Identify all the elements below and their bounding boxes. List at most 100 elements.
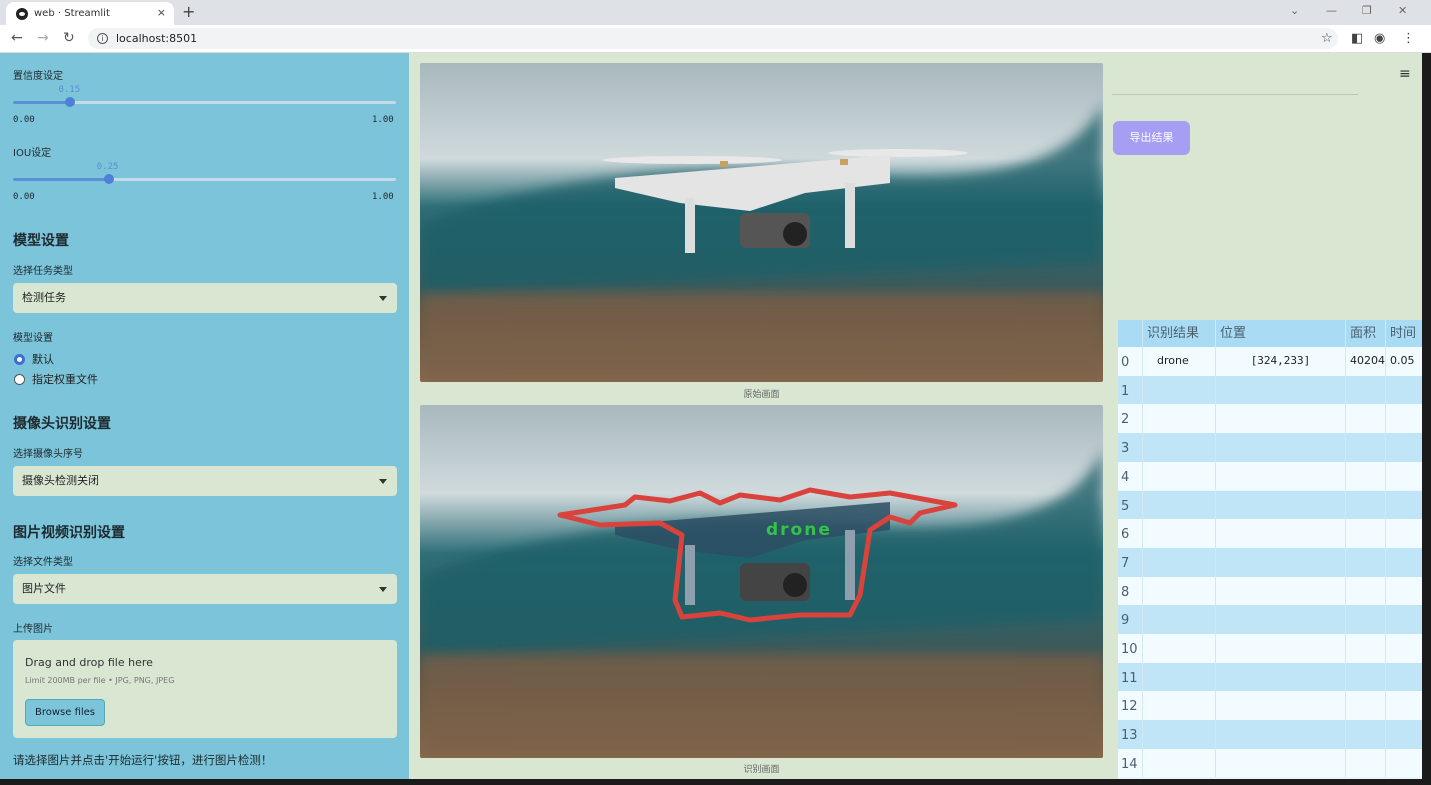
forward-arrow-icon[interactable]: → — [37, 30, 49, 46]
browser-tab[interactable]: web · Streamlit × — [6, 2, 174, 25]
table-cell-index: 4 — [1118, 461, 1143, 491]
table-header-cell[interactable]: 识别结果 — [1147, 320, 1216, 349]
table-row[interactable]: 4 — [1118, 461, 1422, 491]
table-cell-index: 8 — [1118, 576, 1143, 606]
table-row[interactable]: 3 — [1118, 433, 1422, 462]
table-row[interactable]: 14 — [1118, 748, 1422, 778]
table-header-cell[interactable]: 面积 — [1350, 320, 1386, 349]
table-row[interactable]: 5 — [1118, 490, 1422, 520]
camera-index-label: 选择摄像头序号 — [13, 449, 83, 460]
table-row[interactable]: 6 — [1118, 519, 1422, 548]
table-cell-index: 14 — [1118, 748, 1143, 778]
profile-avatar-icon[interactable]: ◉ — [1374, 31, 1385, 46]
camera-index-select[interactable]: 摄像头检测关闭 — [13, 466, 397, 496]
table-cell-result — [1143, 605, 1216, 634]
table-cell-result — [1143, 720, 1216, 749]
table-cell-area — [1346, 490, 1386, 520]
chevron-down-icon — [379, 296, 387, 301]
table-cell-result — [1143, 404, 1216, 434]
file-type-label: 选择文件类型 — [13, 557, 73, 568]
iou-value: 0.25 — [96, 162, 119, 172]
table-cell-time — [1386, 720, 1422, 749]
radio-default[interactable]: 默认 — [14, 351, 54, 367]
iou-slider-fill — [13, 178, 109, 181]
bookmark-star-icon[interactable]: ☆ — [1321, 31, 1333, 46]
back-arrow-icon[interactable]: ← — [11, 30, 23, 46]
file-type-select[interactable]: 图片文件 — [13, 574, 397, 604]
reload-icon[interactable]: ↻ — [63, 30, 75, 46]
side-panel-icon[interactable]: ◧ — [1351, 31, 1363, 46]
radio-unselected-icon — [14, 373, 25, 385]
table-cell-position — [1216, 605, 1346, 634]
table-cell-result — [1143, 519, 1216, 548]
confidence-slider-thumb[interactable] — [65, 97, 76, 107]
media-settings-header: 图片视频识别设置 — [13, 525, 125, 541]
file-uploader-dropzone[interactable]: Drag and drop file here Limit 200MB per … — [13, 640, 397, 738]
model-settings-header: 模型设置 — [13, 233, 69, 249]
minimize-icon[interactable]: — — [1326, 4, 1337, 17]
browse-files-button[interactable]: Browse files — [25, 699, 105, 726]
radio-default-label: 默认 — [32, 353, 54, 366]
table-row[interactable]: 12 — [1118, 691, 1422, 721]
table-header-cell[interactable]: 位置 — [1220, 320, 1346, 349]
table-cell-position — [1216, 634, 1346, 663]
results-table[interactable]: 识别结果 位置 面积 时间 0 drone [324,233] 40204 0.05 1 2 3 4 5 6… — [1118, 320, 1422, 779]
restore-icon[interactable]: ❐ — [1362, 4, 1372, 17]
table-cell-area — [1346, 748, 1386, 778]
table-row[interactable]: 7 — [1118, 547, 1422, 577]
streamlit-app: 置信度设定 0.15 0.00 1.00 IOU设定 0.25 0.00 1.0… — [0, 53, 1422, 779]
table-header-index — [1118, 320, 1143, 349]
table-cell-index: 1 — [1118, 375, 1143, 405]
table-cell-time — [1386, 691, 1422, 720]
table-cell-position — [1216, 662, 1346, 692]
confidence-value: 0.15 — [58, 85, 81, 95]
table-row[interactable]: 0 drone [324,233] 40204 0.05 — [1118, 347, 1422, 376]
table-cell-time — [1386, 404, 1422, 433]
table-cell-result — [1143, 375, 1216, 405]
confidence-slider[interactable] — [13, 97, 396, 107]
iou-slider[interactable] — [13, 174, 396, 184]
original-caption: 原始画面 — [743, 390, 780, 400]
table-cell-index: 3 — [1118, 433, 1143, 462]
table-cell-area: 40204 — [1346, 347, 1386, 376]
table-header-cell[interactable]: 时间 — [1390, 320, 1422, 349]
table-row[interactable]: 13 — [1118, 720, 1422, 749]
table-row[interactable]: 9 — [1118, 605, 1422, 634]
iou-min: 0.00 — [13, 192, 35, 202]
iou-max: 1.00 — [372, 192, 394, 202]
table-cell-index: 13 — [1118, 720, 1143, 749]
task-type-select[interactable]: 检测任务 — [13, 283, 397, 313]
browser-menu-icon[interactable]: ⋮ — [1402, 31, 1415, 46]
table-row[interactable]: 10 — [1118, 634, 1422, 663]
task-type-value: 检测任务 — [22, 291, 66, 304]
tab-close-icon[interactable]: × — [157, 6, 166, 19]
url-input[interactable]: i localhost:8501 — [88, 28, 1338, 49]
new-tab-button[interactable]: + — [182, 2, 195, 21]
table-cell-area — [1346, 547, 1386, 577]
tab-search-chevron-icon[interactable]: ⌄ — [1290, 4, 1299, 17]
site-info-icon[interactable]: i — [97, 33, 108, 44]
window-close-icon[interactable]: ✕ — [1398, 4, 1407, 17]
hamburger-menu-icon[interactable]: ≡ — [1399, 66, 1411, 82]
table-cell-area — [1346, 605, 1386, 634]
sidebar: 置信度设定 0.15 0.00 1.00 IOU设定 0.25 0.00 1.0… — [0, 53, 409, 779]
iou-slider-thumb[interactable] — [103, 174, 114, 184]
radio-custom-weights[interactable]: 指定权重文件 — [14, 371, 98, 387]
table-cell-index: 7 — [1118, 547, 1143, 577]
table-cell-time — [1386, 749, 1422, 778]
table-row[interactable]: 1 — [1118, 375, 1422, 405]
table-cell-position — [1216, 748, 1346, 778]
table-row[interactable]: 8 — [1118, 576, 1422, 606]
table-cell-result — [1143, 576, 1216, 606]
table-cell-area — [1346, 634, 1386, 663]
result-image: drone — [420, 405, 1103, 758]
radio-custom-weights-label: 指定权重文件 — [32, 373, 98, 386]
table-cell-position — [1216, 433, 1346, 462]
table-cell-result — [1143, 691, 1216, 721]
table-row[interactable]: 11 — [1118, 662, 1422, 692]
export-results-button[interactable]: 导出结果 — [1113, 121, 1190, 155]
table-cell-area — [1346, 404, 1386, 434]
table-cell-position — [1216, 720, 1346, 749]
table-row[interactable]: 2 — [1118, 404, 1422, 434]
camera-settings-header: 摄像头识别设置 — [13, 416, 111, 432]
